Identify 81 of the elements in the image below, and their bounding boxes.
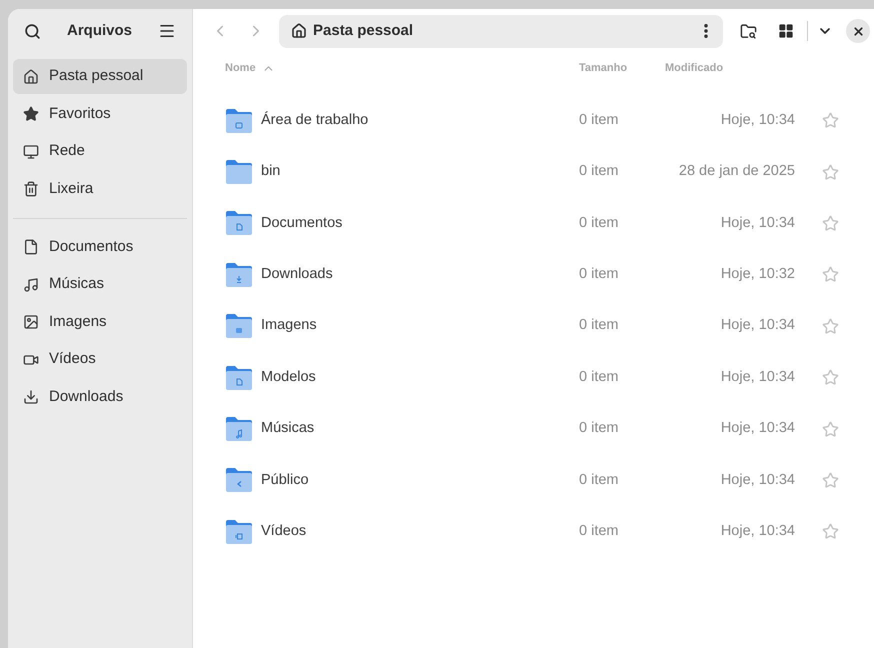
file-name: Músicas	[261, 419, 314, 438]
sidebar-item[interactable]: Downloads	[13, 380, 187, 414]
file-name: Documentos	[261, 214, 342, 233]
sidebar-item[interactable]: Pasta pessoal	[13, 59, 187, 94]
close-button[interactable]	[846, 19, 870, 43]
sidebar-item[interactable]: Documentos	[13, 230, 187, 264]
file-row[interactable]: bin 0 item 28 de jan de 2025	[193, 146, 874, 198]
file-row[interactable]: Imagens 0 item Hoje, 10:34	[193, 300, 874, 352]
file-size: 0 item	[579, 264, 620, 284]
file-name: Modelos	[261, 368, 316, 387]
star-icon[interactable]	[822, 369, 839, 386]
music-note-icon	[23, 276, 39, 292]
home-icon	[291, 23, 307, 39]
menu-icon	[158, 22, 176, 40]
folder-icon	[225, 518, 253, 545]
folder-icon	[225, 313, 253, 340]
sidebar-item[interactable]: Favoritos	[13, 96, 187, 132]
file-name: Vídeos	[261, 522, 306, 541]
star-icon[interactable]	[822, 164, 839, 181]
file-size: 0 item	[579, 470, 620, 490]
sidebar-item[interactable]: Músicas	[13, 267, 187, 302]
file-row[interactable]: Músicas 0 item Hoje, 10:34	[193, 403, 874, 455]
path-bar[interactable]: Pasta pessoal	[279, 14, 723, 48]
sidebar-item[interactable]: Vídeos	[13, 342, 187, 377]
folder-icon	[225, 467, 253, 494]
trash-icon	[23, 181, 39, 197]
modified-date: Hoje, 10:34	[720, 110, 795, 130]
path-label: Pasta pessoal	[313, 20, 414, 41]
grid-icon	[778, 23, 794, 39]
modified-date: Hoje, 10:34	[720, 419, 795, 438]
file-name: Imagens	[261, 316, 317, 336]
file-size: 0 item	[579, 316, 620, 336]
star-icon[interactable]	[822, 472, 839, 489]
file-name: Downloads	[261, 264, 333, 284]
file-name: Área de trabalho	[261, 110, 368, 130]
star-icon[interactable]	[822, 112, 839, 130]
file-size: 0 item	[579, 368, 620, 387]
sidebar-item[interactable]: Imagens	[13, 304, 187, 340]
file-row[interactable]: Público 0 item Hoje, 10:34	[193, 454, 874, 506]
modified-date: Hoje, 10:32	[720, 264, 795, 284]
sidebar-item[interactable]: Lixeira	[13, 172, 187, 206]
file-size: 0 item	[579, 110, 620, 130]
file-row[interactable]: Modelos 0 item Hoje, 10:34	[193, 352, 874, 404]
monitor-icon	[23, 144, 39, 160]
close-icon	[852, 24, 864, 38]
file-row[interactable]: Downloads 0 item Hoje, 10:32	[193, 249, 874, 301]
modified-date: 28 de jan de 2025	[678, 162, 795, 182]
app-title: Arquivos	[66, 20, 132, 41]
file-row[interactable]: Documentos 0 item Hoje, 10:34	[193, 198, 874, 250]
file-row[interactable]: Vídeos 0 item Hoje, 10:34	[193, 506, 874, 558]
folder-search-icon	[740, 22, 756, 40]
file-size: 0 item	[579, 419, 620, 438]
search-icon	[24, 22, 41, 40]
file-size: 0 item	[579, 214, 620, 233]
file-name: bin	[261, 162, 280, 182]
folder-icon	[225, 262, 253, 288]
home-icon	[23, 68, 39, 84]
modified-date: Hoje, 10:34	[720, 522, 795, 541]
document-icon	[23, 239, 39, 255]
modified-date: Hoje, 10:34	[720, 316, 795, 336]
modified-date: Hoje, 10:34	[720, 368, 795, 387]
star-icon[interactable]	[822, 420, 839, 438]
folder-icon	[225, 210, 253, 236]
folder-icon	[225, 159, 253, 186]
file-size: 0 item	[579, 522, 620, 541]
file-size: 0 item	[579, 162, 620, 182]
star-icon[interactable]	[822, 523, 839, 540]
star-icon[interactable]	[822, 266, 839, 284]
modified-date: Hoje, 10:34	[720, 470, 795, 490]
download-icon	[23, 389, 39, 405]
folder-icon	[225, 416, 253, 442]
folder-icon	[225, 364, 253, 391]
file-row[interactable]: Área de trabalho 0 item Hoje, 10:34	[193, 95, 874, 146]
image-icon	[23, 314, 39, 330]
modified-date: Hoje, 10:34	[720, 214, 795, 233]
star-icon	[23, 106, 39, 122]
star-icon[interactable]	[822, 214, 839, 232]
star-icon[interactable]	[822, 318, 839, 335]
file-name: Público	[261, 470, 309, 490]
sidebar-item[interactable]: Rede	[13, 134, 187, 169]
folder-icon	[225, 108, 253, 134]
